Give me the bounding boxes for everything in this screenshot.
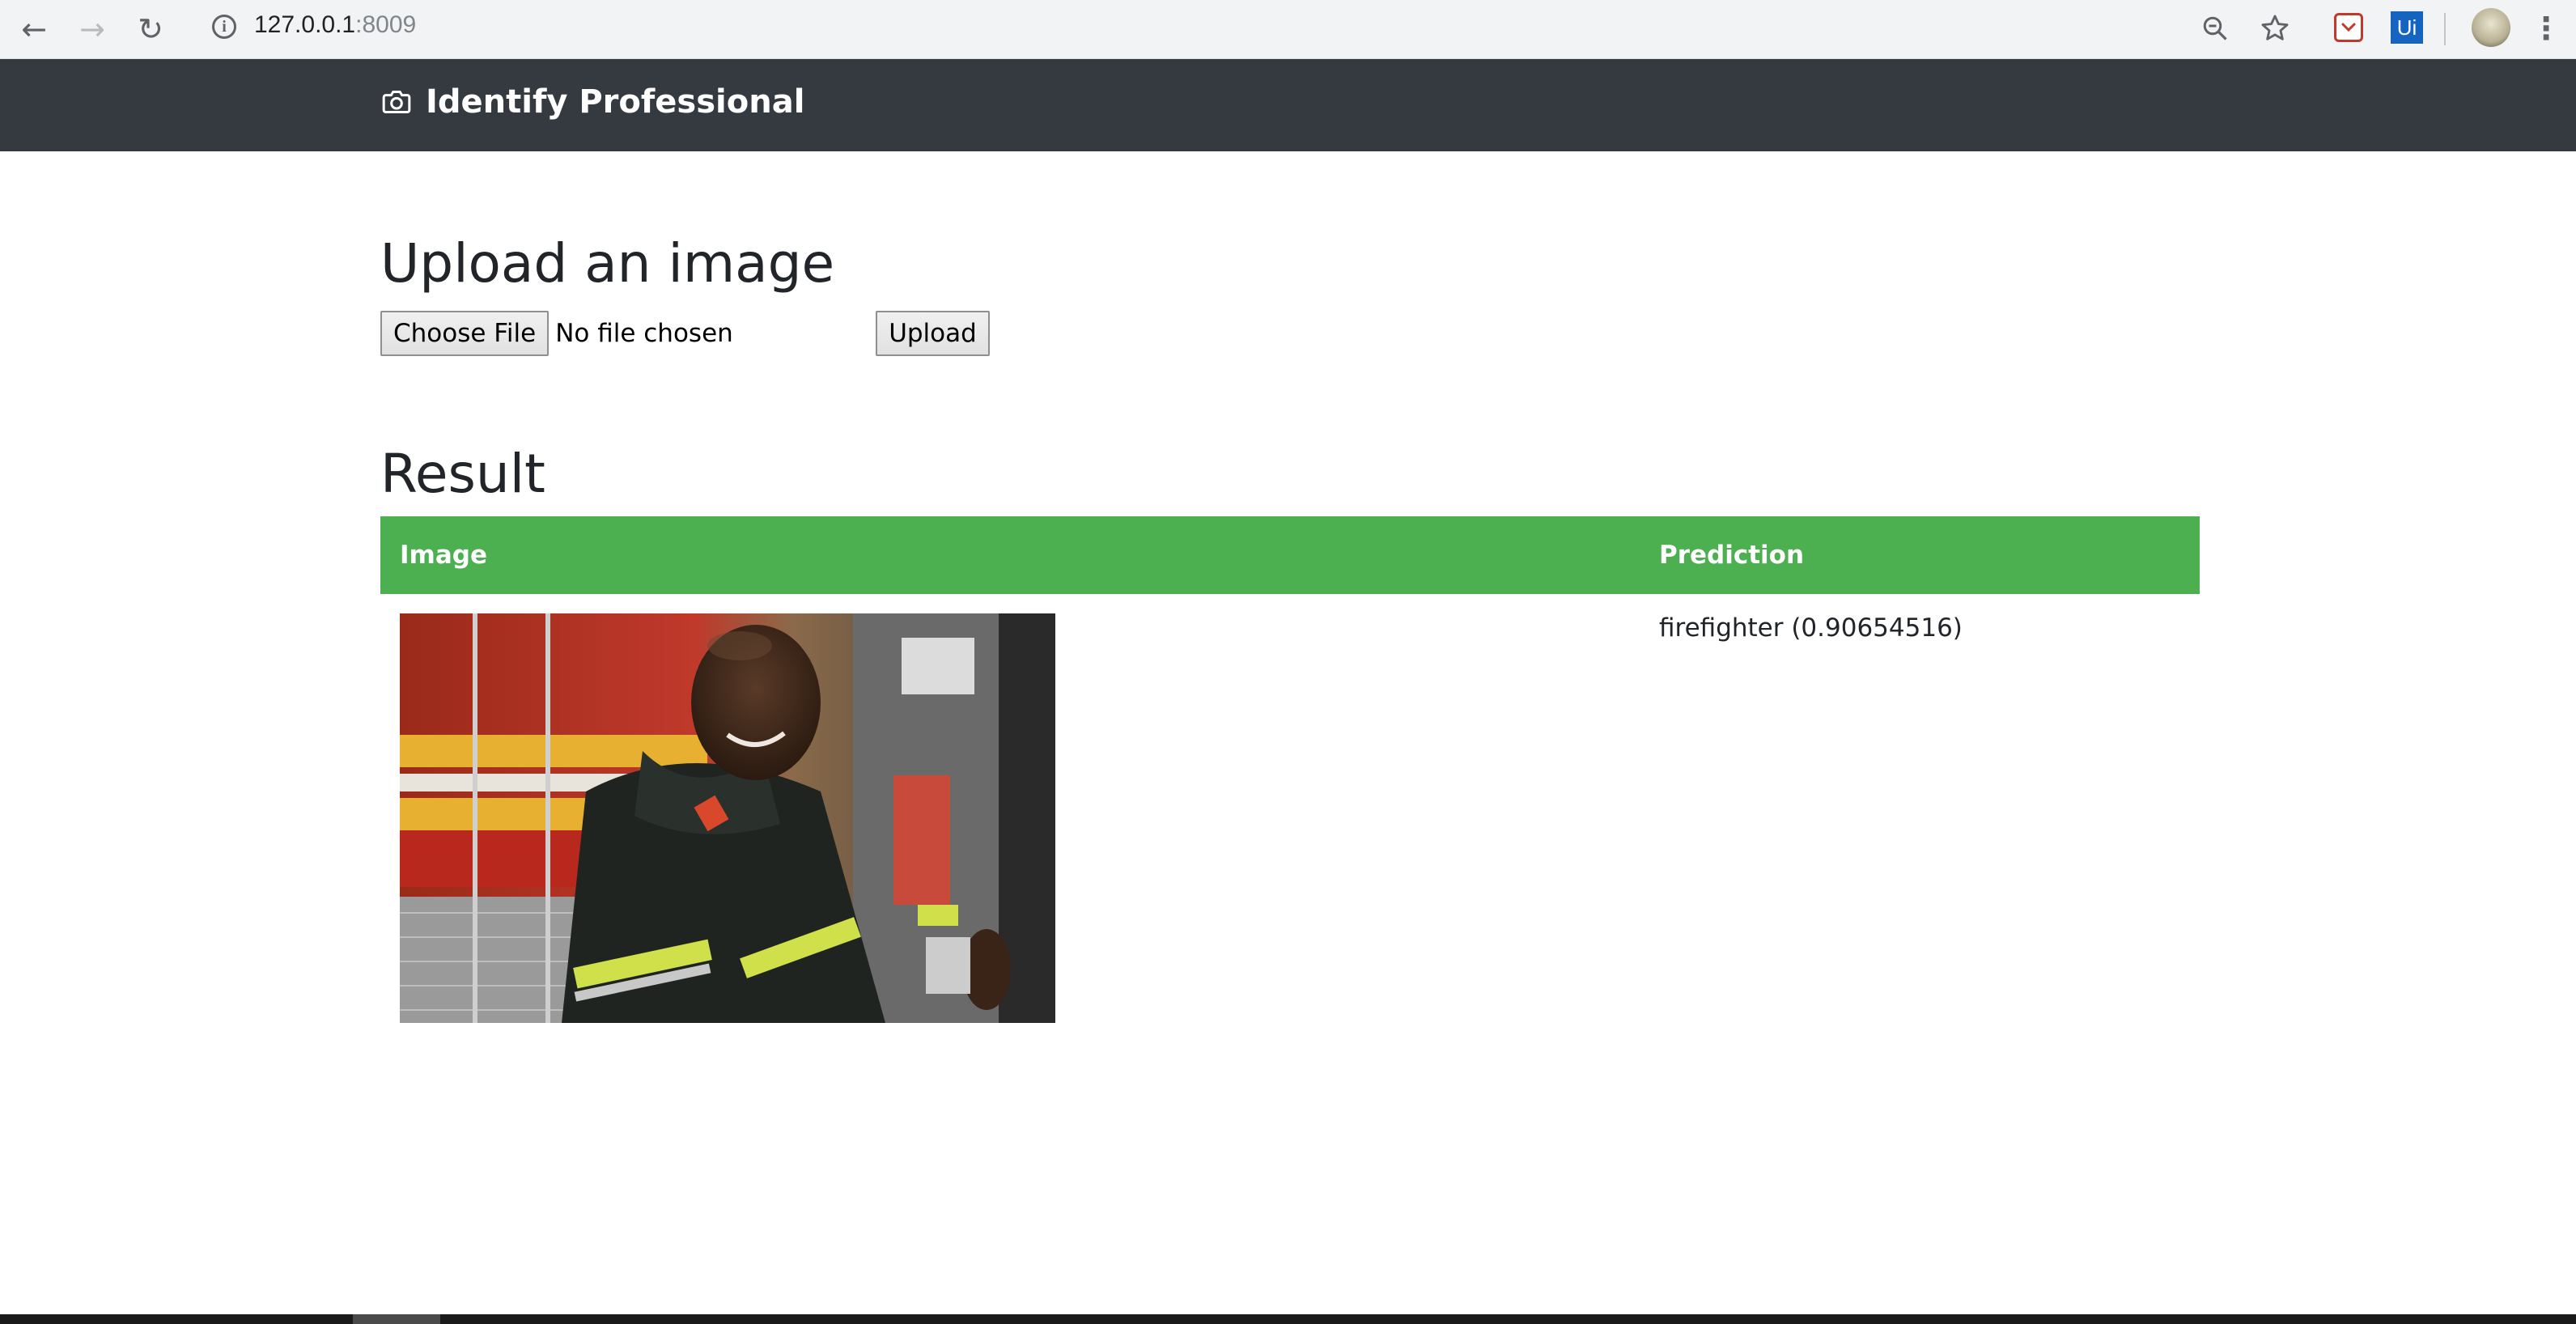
camera-icon xyxy=(382,91,411,113)
scrollbar-thumb[interactable] xyxy=(353,1314,440,1324)
forward-arrow-icon[interactable]: → xyxy=(71,8,113,50)
result-heading: Result xyxy=(380,443,545,505)
address-url[interactable]: 127.0.0.1:8009 xyxy=(254,11,416,39)
uipath-extension-icon[interactable]: Ui xyxy=(2391,11,2423,44)
choose-file-button[interactable]: Choose File xyxy=(380,311,550,356)
upload-button[interactable]: Upload xyxy=(876,311,990,356)
column-header-image: Image xyxy=(380,516,1640,594)
site-info-icon[interactable]: i xyxy=(212,15,236,39)
firefighter-photo xyxy=(400,613,1055,1023)
column-header-prediction: Prediction xyxy=(1640,516,2200,594)
result-table: Image Prediction firefighter (0.90654516… xyxy=(380,516,2200,1042)
reload-icon[interactable]: ↻ xyxy=(129,8,172,50)
url-port: :8009 xyxy=(355,11,417,38)
table-header-row: Image Prediction xyxy=(380,516,2200,594)
browser-toolbar: ← → ↻ i 127.0.0.1:8009 Ui ⋮ xyxy=(0,0,2576,59)
image-cell xyxy=(380,594,1640,1042)
upload-heading: Upload an image xyxy=(380,232,835,295)
upload-form: Choose File No file chosen Upload xyxy=(380,310,990,357)
file-status-text: No file chosen xyxy=(555,319,733,348)
pocket-extension-icon[interactable] xyxy=(2334,13,2363,42)
prediction-cell: firefighter (0.90654516) xyxy=(1659,613,1963,643)
toolbar-divider xyxy=(2444,13,2446,45)
navbar-brand[interactable]: Identify Professional xyxy=(380,83,804,121)
bookmark-star-icon[interactable] xyxy=(2256,10,2294,47)
kebab-menu-icon[interactable]: ⋮ xyxy=(2530,10,2562,47)
back-arrow-icon[interactable]: ← xyxy=(13,8,55,50)
app-navbar: Identify Professional xyxy=(0,59,2576,151)
brand-title: Identify Professional xyxy=(426,83,805,121)
address-bar[interactable] xyxy=(191,6,2295,52)
table-row: firefighter (0.90654516) xyxy=(380,594,2200,1042)
profile-avatar[interactable] xyxy=(2472,8,2510,47)
zoom-out-icon[interactable] xyxy=(2196,10,2234,47)
bottom-scrollbar[interactable] xyxy=(0,1314,2576,1324)
url-host: 127.0.0.1 xyxy=(254,11,356,38)
